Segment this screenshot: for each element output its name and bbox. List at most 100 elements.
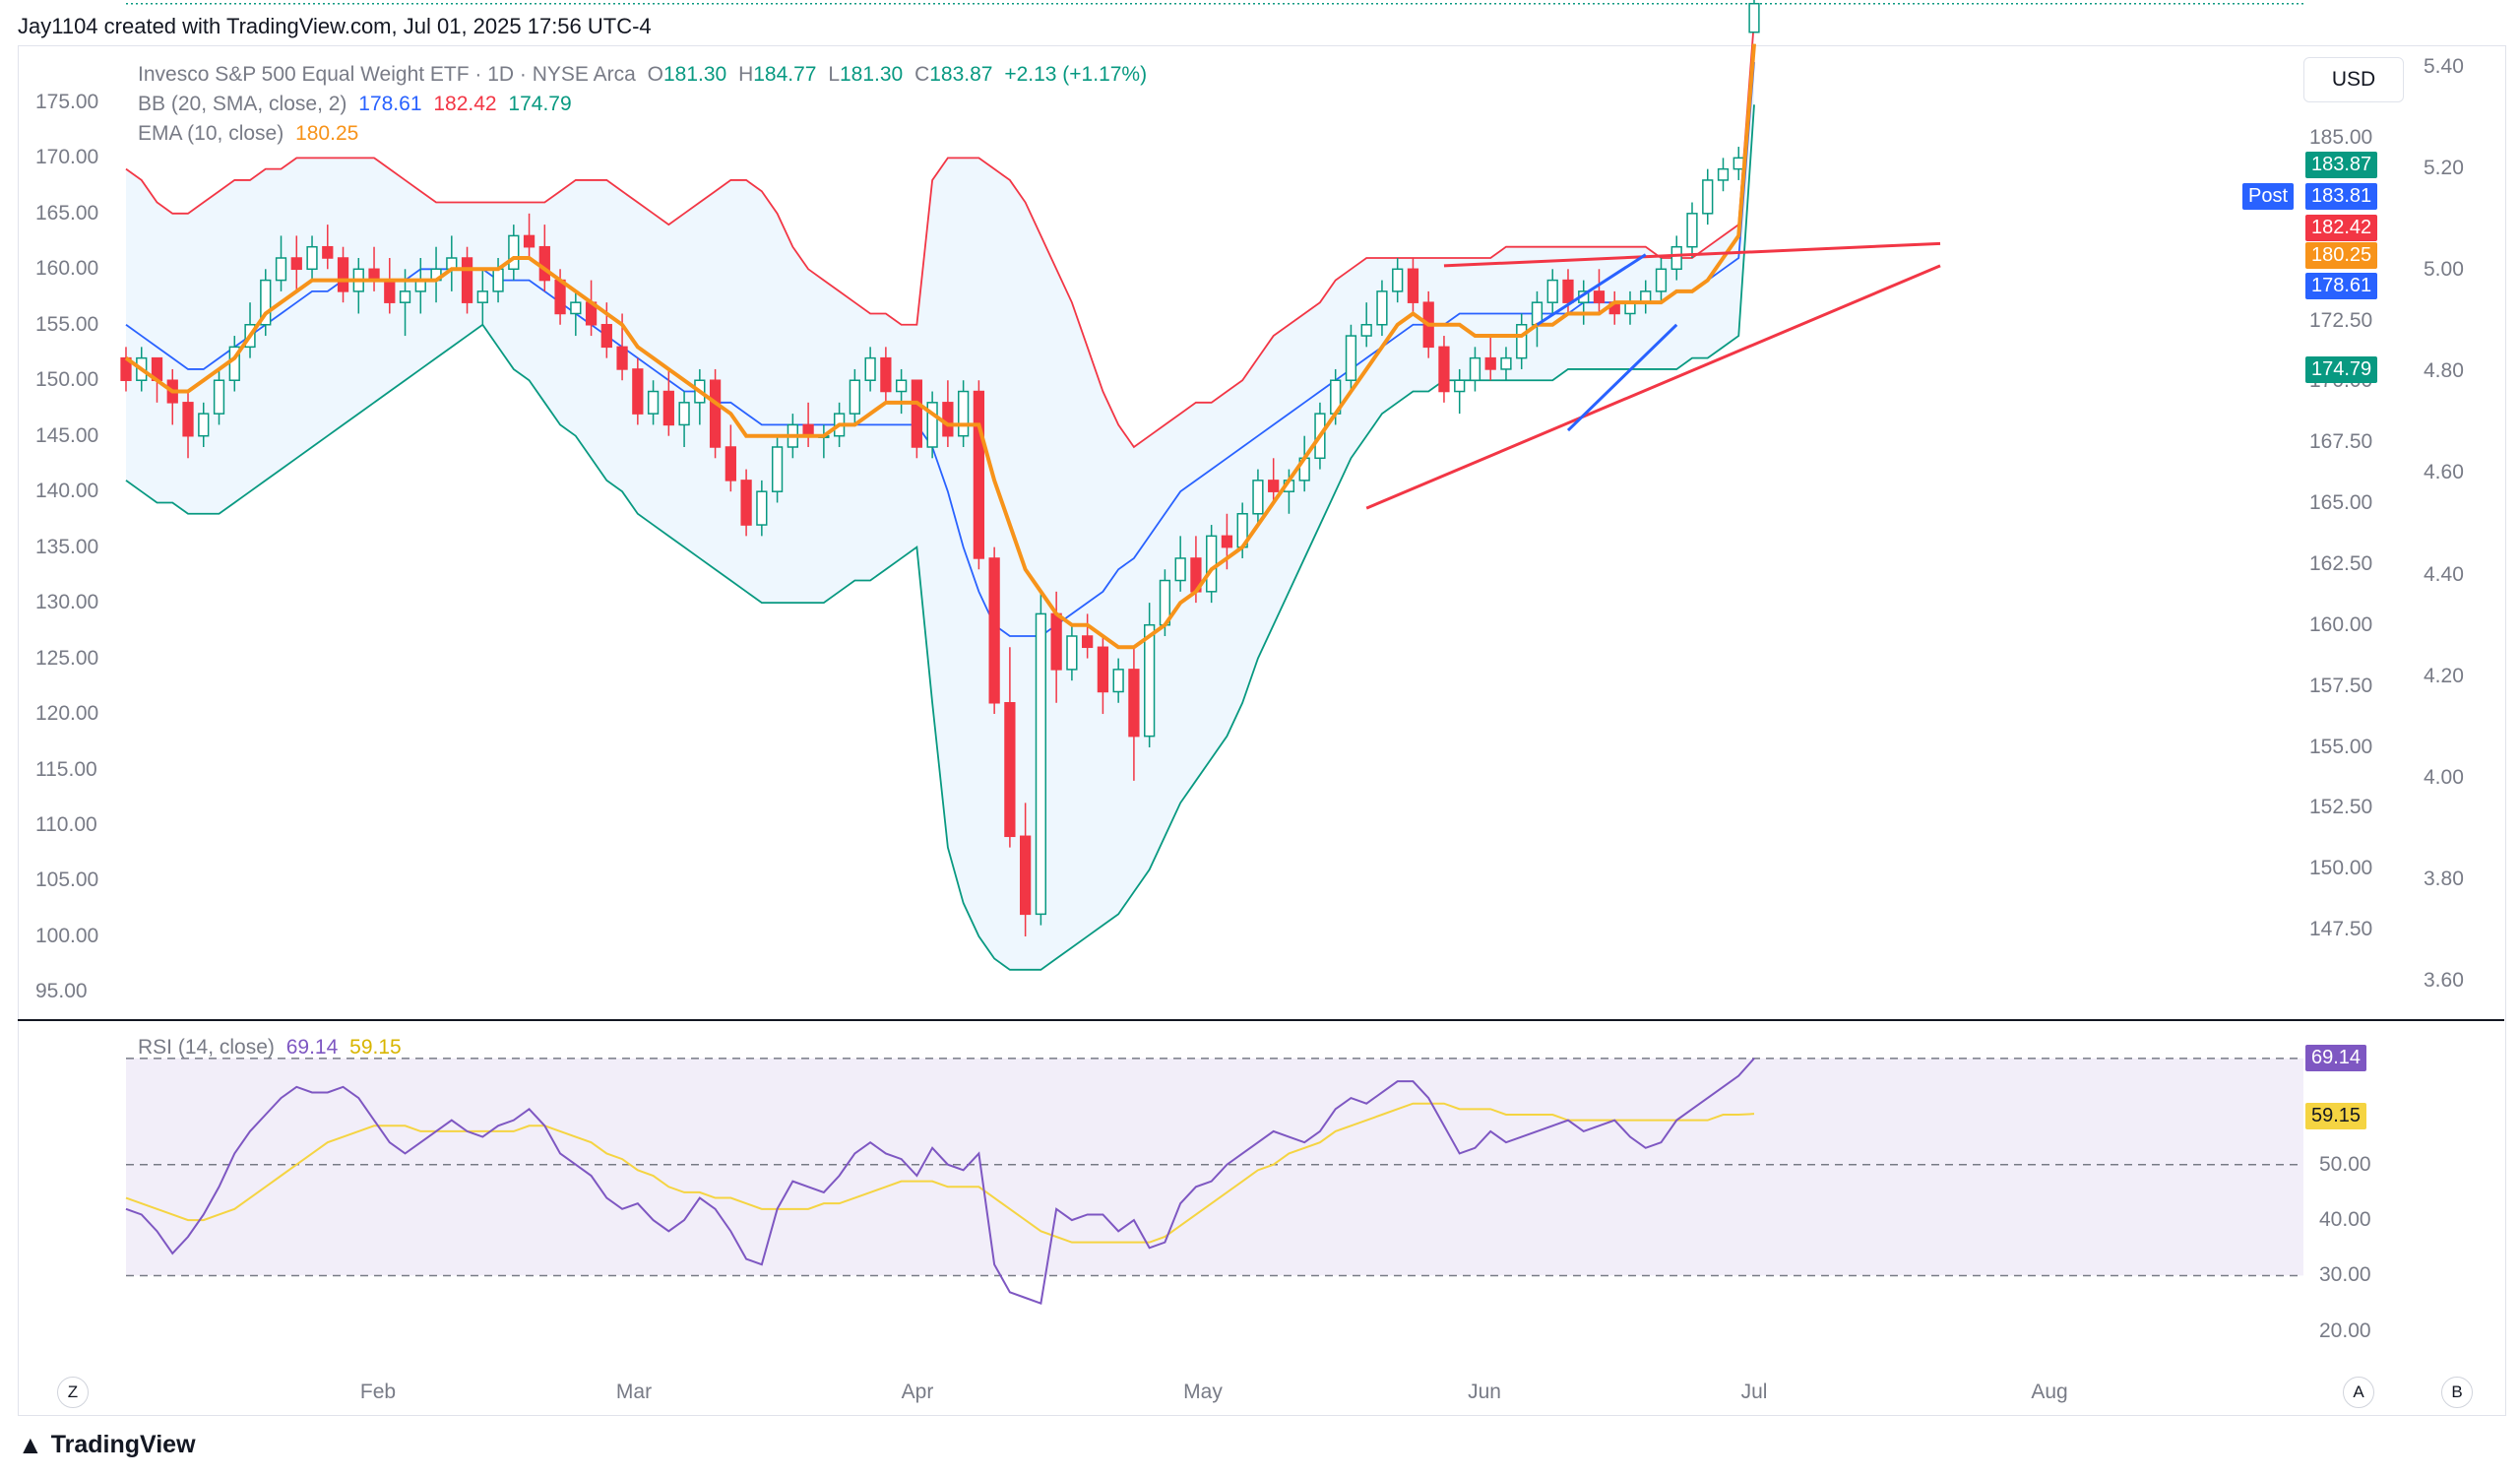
candle-body [849, 379, 860, 415]
mid-axis-label: 165.00 [2309, 491, 2373, 515]
candle-body [662, 390, 674, 426]
left-axis-label: 135.00 [35, 535, 99, 558]
rsi-band-fill [126, 1058, 2303, 1276]
bb-upper-value: 182.42 [433, 93, 497, 115]
mid-axis-label: 172.50 [2309, 308, 2373, 332]
open-label: O [647, 63, 663, 86]
mid-axis-label: 147.50 [2309, 918, 2373, 941]
candle-body [756, 490, 768, 526]
candle-body [1686, 213, 1698, 248]
time-axis-label: May [1183, 1381, 1223, 1403]
mid-axis-label: 157.50 [2309, 674, 2373, 697]
candle-body [1469, 356, 1481, 381]
candle-body [740, 480, 752, 526]
last-price-tag: 183.87 [2305, 152, 2378, 178]
right-axis-label: 4.60 [2424, 461, 2464, 484]
bb-lower-tag: 174.79 [2305, 356, 2378, 383]
candle-body [461, 257, 473, 303]
left-axis-label: 105.00 [35, 868, 99, 892]
candle-body [1500, 356, 1512, 370]
auto-scale-button[interactable]: A [2343, 1377, 2374, 1408]
candle-body [1376, 290, 1388, 326]
candle-body [1020, 835, 1032, 916]
candle-body [275, 257, 287, 282]
rsi-tag: 69.14 [2305, 1045, 2367, 1071]
rsi-legend[interactable]: RSI (14, close) 69.14 59.15 [138, 1036, 408, 1060]
time-axis-label: Jun [1468, 1381, 1501, 1403]
ema-legend[interactable]: EMA (10, close) 180.25 [138, 122, 364, 146]
left-axis-label: 145.00 [35, 423, 99, 447]
symbol-legend: Invesco S&P 500 Equal Weight ETF · 1D · … [138, 63, 1153, 87]
candle-body [911, 379, 923, 448]
candle-body [616, 346, 628, 370]
left-axis-label: 125.00 [35, 646, 99, 670]
bb-upper-tag: 182.42 [2305, 215, 2378, 241]
left-axis-label: 95.00 [35, 980, 88, 1003]
right-axis-label: 5.00 [2424, 258, 2464, 282]
tradingview-logo: ▲ TradingView [18, 1430, 196, 1460]
candle-body [880, 356, 892, 393]
candle-body [1670, 245, 1682, 271]
candle-body [384, 279, 396, 303]
right-axis-label: 4.40 [2424, 562, 2464, 586]
candle-body [678, 402, 690, 426]
candle-body [1717, 167, 1730, 181]
candle-body [1128, 669, 1140, 738]
candle-body [1484, 356, 1496, 370]
candle-body [942, 402, 954, 437]
left-axis-label: 165.00 [35, 201, 99, 225]
rsi-ma-tag: 59.15 [2305, 1103, 2367, 1129]
left-axis-label: 100.00 [35, 924, 99, 947]
candle-body [1732, 157, 1744, 170]
currency-button[interactable]: USD [2303, 57, 2404, 102]
left-axis-label: 155.00 [35, 312, 99, 336]
mid-axis-label: 162.50 [2309, 552, 2373, 575]
candle-body [1144, 623, 1156, 738]
time-axis-label: Jul [1740, 1381, 1768, 1403]
mid-axis-label: 185.00 [2309, 126, 2373, 149]
symbol-name[interactable]: Invesco S&P 500 Equal Weight ETF · 1D · … [138, 63, 636, 86]
candle-body [1562, 279, 1574, 303]
bb-basis-tag: 178.61 [2305, 273, 2378, 299]
candle-body [492, 268, 504, 292]
rsi-ma-value: 59.15 [349, 1036, 402, 1059]
candle-body [290, 257, 302, 271]
candle-body [988, 557, 1000, 704]
close-label: C [914, 63, 930, 86]
candle-body [213, 379, 225, 415]
mid-axis-label: 167.50 [2309, 430, 2373, 454]
bb-legend[interactable]: BB (20, SMA, close, 2) 178.61 182.42 174… [138, 93, 578, 116]
time-axis-label: Apr [901, 1381, 934, 1403]
candle-body [973, 390, 985, 559]
left-axis-label: 110.00 [35, 813, 97, 836]
candle-body [600, 324, 612, 349]
ema-label: EMA (10, close) [138, 122, 284, 145]
timezone-z-button[interactable]: Z [57, 1377, 89, 1408]
change-value: +2.13 (+1.17%) [1004, 63, 1148, 86]
log-scale-button[interactable]: B [2441, 1377, 2473, 1408]
candle-body [1050, 612, 1062, 671]
candle-body [570, 301, 582, 315]
rsi-value: 69.14 [285, 1036, 339, 1059]
bb-band-fill [126, 20, 1754, 970]
price-chart-svg[interactable] [0, 0, 2520, 1478]
candle-body [1004, 702, 1016, 838]
rsi-axis-label: 20.00 [2319, 1318, 2371, 1342]
candle-body [508, 234, 520, 271]
right-axis-label: 4.80 [2424, 359, 2464, 383]
candle-body [476, 290, 488, 303]
high-value: 184.77 [753, 63, 817, 86]
rsi-axis-label: 30.00 [2319, 1263, 2371, 1287]
rsi-label: RSI (14, close) [138, 1036, 275, 1059]
left-axis-label: 175.00 [35, 90, 99, 113]
candle-body [1392, 268, 1404, 292]
time-axis-label: Aug [2031, 1381, 2068, 1403]
high-label: H [738, 63, 754, 86]
bb-label: BB (20, SMA, close, 2) [138, 93, 347, 115]
bb-lower-value: 174.79 [508, 93, 572, 115]
ema-value: 180.25 [295, 122, 359, 145]
mid-axis-label: 150.00 [2309, 857, 2373, 880]
mid-axis-label: 160.00 [2309, 612, 2373, 636]
candle-body [182, 402, 194, 437]
right-axis-label: 4.00 [2424, 765, 2464, 789]
